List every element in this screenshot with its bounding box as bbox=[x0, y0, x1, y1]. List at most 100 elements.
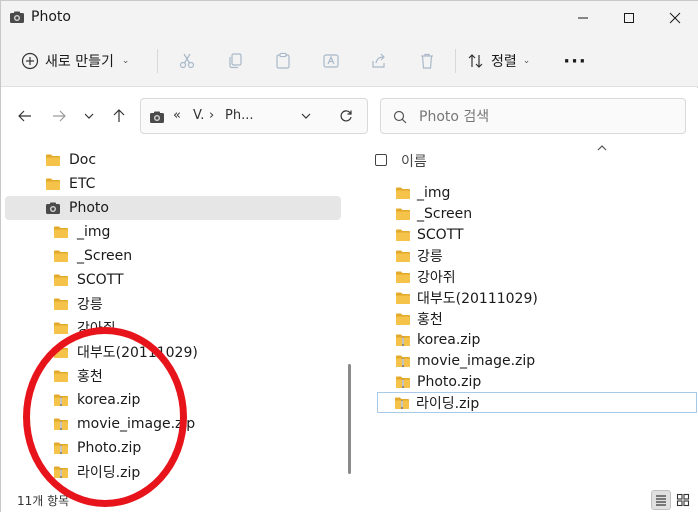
zip-folder-icon bbox=[54, 466, 68, 478]
file-list-row[interactable]: 홍천 bbox=[379, 308, 698, 329]
new-button-label: 새로 만들기 bbox=[45, 54, 114, 70]
navigation-scrollbar[interactable] bbox=[348, 364, 351, 474]
file-list-row[interactable]: 대부도(20111029) bbox=[379, 287, 698, 308]
file-list-row[interactable]: 라이딩.zip bbox=[377, 392, 697, 413]
chevron-down-icon: ⌄ bbox=[121, 56, 130, 66]
window-title: Photo bbox=[31, 9, 71, 25]
file-list-row[interactable]: _Screen bbox=[379, 203, 698, 224]
maximize-button[interactable] bbox=[606, 1, 652, 35]
nav-item[interactable]: korea.zip bbox=[5, 388, 341, 412]
title-bar[interactable]: Photo bbox=[1, 1, 698, 35]
status-bar: 11개 항목 bbox=[1, 488, 698, 512]
up-button[interactable] bbox=[107, 104, 131, 128]
rename-icon bbox=[323, 54, 339, 68]
folder-icon bbox=[396, 187, 410, 199]
toolbar-divider bbox=[157, 49, 158, 73]
folder-icon bbox=[396, 250, 410, 262]
forward-button[interactable] bbox=[47, 104, 71, 128]
camera-icon bbox=[150, 111, 164, 123]
command-bar: 새로 만들기 ⌄ 정렬 ⌄ ··· bbox=[1, 35, 698, 87]
file-list-row[interactable]: korea.zip bbox=[379, 329, 698, 350]
nav-item-label: _Screen bbox=[77, 248, 133, 264]
nav-item[interactable]: movie_image.zip bbox=[5, 412, 341, 436]
nav-item[interactable]: Doc bbox=[5, 148, 341, 172]
copy-button[interactable] bbox=[223, 49, 247, 73]
more-dots-icon: ··· bbox=[563, 50, 587, 72]
cut-button[interactable] bbox=[175, 49, 199, 73]
file-list-row[interactable]: SCOTT bbox=[379, 224, 698, 245]
back-button[interactable] bbox=[13, 104, 37, 128]
tiles-view-button[interactable] bbox=[673, 490, 693, 510]
minimize-button[interactable] bbox=[560, 1, 606, 35]
zip-folder-icon bbox=[54, 418, 68, 430]
nav-item[interactable]: 강아쥐 bbox=[5, 316, 341, 340]
details-view-icon bbox=[656, 495, 666, 506]
arrow-left-icon bbox=[18, 110, 31, 122]
nav-item-label: SCOTT bbox=[77, 272, 124, 288]
nav-item[interactable]: Photo.zip bbox=[5, 436, 341, 460]
nav-item[interactable]: 라이딩.zip bbox=[5, 460, 341, 484]
file-name: _img bbox=[417, 184, 451, 201]
nav-item-label: movie_image.zip bbox=[77, 416, 196, 432]
nav-item[interactable]: _Screen bbox=[5, 244, 341, 268]
nav-item[interactable]: _img bbox=[5, 220, 341, 244]
nav-item[interactable]: ETC bbox=[5, 172, 341, 196]
file-name: korea.zip bbox=[417, 331, 481, 348]
nav-item-label: _img bbox=[77, 224, 111, 240]
nav-item[interactable]: SCOTT bbox=[5, 268, 341, 292]
breadcrumb-separator[interactable]: › bbox=[209, 108, 214, 123]
nav-item-label: 홍천 bbox=[77, 369, 103, 385]
folder-icon bbox=[396, 313, 410, 325]
search-box[interactable] bbox=[380, 98, 686, 134]
scissors-icon bbox=[179, 53, 195, 69]
copy-icon bbox=[229, 53, 242, 69]
recent-locations-button[interactable] bbox=[77, 104, 101, 128]
breadcrumb-overflow[interactable]: « bbox=[173, 108, 181, 123]
file-list-row[interactable]: _img bbox=[379, 182, 698, 203]
chevron-down-icon[interactable] bbox=[299, 109, 313, 123]
folder-icon bbox=[46, 154, 60, 166]
file-list-pane: 이름 _img _Screen SCOTT 강릉 강아쥐 대부도(20111029) 홍천 k… bbox=[363, 144, 698, 488]
nav-item-label: 강릉 bbox=[77, 297, 103, 313]
close-button[interactable] bbox=[652, 1, 698, 35]
breadcrumb-item-current[interactable]: Ph... bbox=[225, 108, 253, 123]
column-header-name[interactable]: 이름 bbox=[401, 151, 427, 171]
file-name: Photo.zip bbox=[417, 373, 482, 390]
nav-item-label: 라이딩.zip bbox=[77, 465, 141, 481]
zip-folder-icon bbox=[396, 334, 410, 346]
paste-button[interactable] bbox=[271, 49, 295, 73]
file-list-row[interactable]: Photo.zip bbox=[379, 371, 698, 392]
share-button[interactable] bbox=[367, 49, 391, 73]
folder-icon bbox=[54, 346, 68, 358]
select-all-checkbox[interactable] bbox=[375, 154, 387, 166]
nav-item[interactable]: 강릉 bbox=[5, 292, 341, 316]
sort-button-label: 정렬 bbox=[491, 54, 517, 70]
details-view-button[interactable] bbox=[651, 490, 671, 510]
folder-icon bbox=[54, 298, 68, 310]
zip-folder-icon bbox=[54, 394, 68, 406]
new-button[interactable]: 새로 만들기 ⌄ bbox=[15, 47, 135, 75]
file-list-row[interactable]: 강릉 bbox=[379, 245, 698, 266]
arrow-right-icon bbox=[53, 110, 66, 122]
file-name: 강릉 bbox=[417, 248, 443, 265]
file-name: _Screen bbox=[417, 205, 473, 222]
nav-item[interactable]: Photo bbox=[5, 196, 341, 220]
nav-item[interactable]: 대부도(20111029) bbox=[5, 340, 341, 364]
search-input[interactable] bbox=[419, 105, 669, 129]
folder-icon bbox=[54, 322, 68, 334]
trash-icon bbox=[421, 53, 433, 69]
address-bar[interactable]: « V. › Ph... bbox=[140, 98, 368, 134]
sort-button[interactable]: 정렬 ⌄ bbox=[467, 47, 530, 75]
nav-item[interactable]: 홍천 bbox=[5, 364, 341, 388]
clipboard-icon bbox=[276, 52, 290, 69]
more-options-button[interactable]: ··· bbox=[561, 47, 589, 75]
breadcrumb-item[interactable]: V. bbox=[193, 108, 204, 123]
rename-button[interactable] bbox=[319, 49, 343, 73]
refresh-icon[interactable] bbox=[339, 109, 353, 123]
file-list-row[interactable]: movie_image.zip bbox=[379, 350, 698, 371]
sort-ascending-icon bbox=[597, 145, 607, 151]
share-icon bbox=[372, 53, 385, 68]
delete-button[interactable] bbox=[415, 49, 439, 73]
folder-icon bbox=[54, 226, 68, 238]
file-list-row[interactable]: 강아쥐 bbox=[379, 266, 698, 287]
